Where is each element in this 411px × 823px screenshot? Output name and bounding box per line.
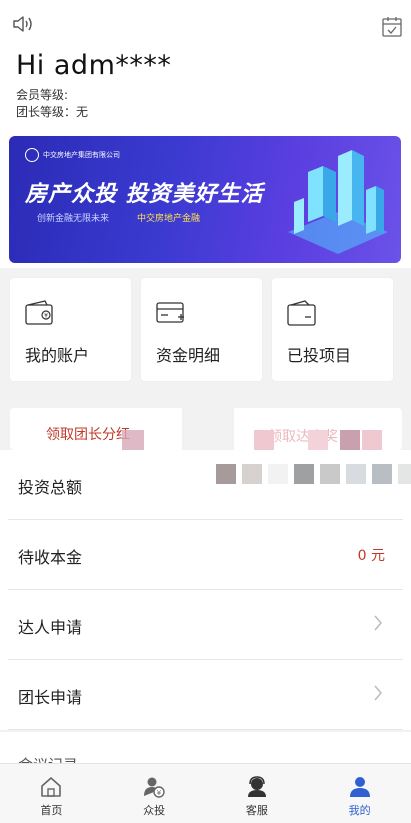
my-account-label: 我的账户	[25, 346, 90, 365]
banner-company: 中交房地产集团有限公司	[43, 151, 120, 159]
tab-invest[interactable]: ¥ 众投	[103, 764, 206, 823]
tab-invest-label: 众投	[143, 804, 166, 817]
invest-icon: ¥	[144, 777, 165, 798]
invested-projects-label: 已投项目	[287, 346, 352, 365]
svg-text:¥: ¥	[44, 313, 48, 320]
tab-mine[interactable]: 我的	[308, 764, 411, 823]
leader-apply-label: 团长申请	[18, 688, 83, 707]
profile-header: Hi adm**** 会员等级: 团长等级：无 中交房地产集团有限公司 房产众投…	[0, 0, 411, 268]
checkin-calendar-icon[interactable]	[381, 16, 403, 38]
svg-text:¥: ¥	[157, 789, 162, 797]
blurred-marker	[308, 430, 328, 450]
list-item-expert-apply[interactable]: 达人申请	[8, 590, 403, 660]
service-icon	[247, 776, 266, 797]
blurred-marker	[340, 430, 360, 450]
chevron-right-icon	[374, 615, 382, 631]
tab-mine-label: 我的	[348, 804, 371, 817]
greeting: Hi adm****	[16, 50, 172, 81]
pending-principal-label: 待收本金	[18, 548, 83, 567]
blurred-amount	[216, 464, 411, 484]
bottom-tab-bar: 首页 ¥ 众投 客服 我的	[0, 763, 411, 823]
blurred-marker	[122, 430, 144, 450]
strip-divider	[182, 408, 234, 450]
banner-subline: 创新金融无限未来	[37, 214, 110, 224]
quick-actions: ¥ 我的账户 资金明细 已投项目	[10, 278, 403, 381]
company-logo-icon	[25, 148, 39, 162]
card-icon	[156, 302, 184, 323]
my-account-card[interactable]: ¥ 我的账户	[10, 278, 131, 381]
pending-principal-value: 0 元	[357, 548, 385, 564]
wallet-icon: ¥	[25, 300, 53, 325]
speaker-icon[interactable]	[12, 14, 36, 34]
fund-details-card[interactable]: 资金明细	[141, 278, 262, 381]
chevron-right-icon	[374, 685, 382, 701]
tab-service-label: 客服	[245, 804, 268, 817]
banner-logo: 中交房地产集团有限公司	[25, 148, 120, 162]
invested-projects-card[interactable]: 已投项目	[272, 278, 393, 381]
fund-details-label: 资金明细	[156, 346, 221, 365]
member-level: 会员等级:	[16, 88, 69, 102]
city-buildings-illustration	[288, 150, 388, 254]
purse-icon	[287, 300, 316, 326]
account-menu-list: 投资总额 待收本金 0 元 达人申请 团长申请	[0, 450, 411, 730]
user-icon	[349, 777, 370, 797]
leader-level: 团长等级：无	[16, 105, 89, 119]
banner-headline: 房产众投 投资美好生活	[25, 182, 264, 207]
list-item-pending-principal: 待收本金 0 元	[8, 520, 403, 590]
list-item-partial[interactable]: 会议记录	[0, 732, 411, 774]
tab-service[interactable]: 客服	[206, 764, 309, 823]
list-item-total-investment: 投资总额	[8, 450, 411, 520]
tab-home[interactable]: 首页	[0, 764, 103, 823]
reward-strip[interactable]: 领取团长分红 领取达人奖	[10, 408, 402, 450]
tab-home-label: 首页	[40, 804, 63, 817]
blurred-marker	[362, 430, 382, 450]
banner-tagline: 中交房地产金融	[137, 214, 201, 224]
blurred-marker	[254, 430, 274, 450]
total-investment-label: 投资总额	[18, 478, 83, 497]
home-icon	[41, 777, 62, 797]
list-item-leader-apply[interactable]: 团长申请	[8, 660, 403, 730]
expert-apply-label: 达人申请	[18, 618, 83, 637]
promo-banner[interactable]: 中交房地产集团有限公司 房产众投 投资美好生活 创新金融无限未来 中交房地产金融	[9, 136, 401, 263]
leader-dividend-link[interactable]: 领取团长分红	[46, 424, 130, 444]
